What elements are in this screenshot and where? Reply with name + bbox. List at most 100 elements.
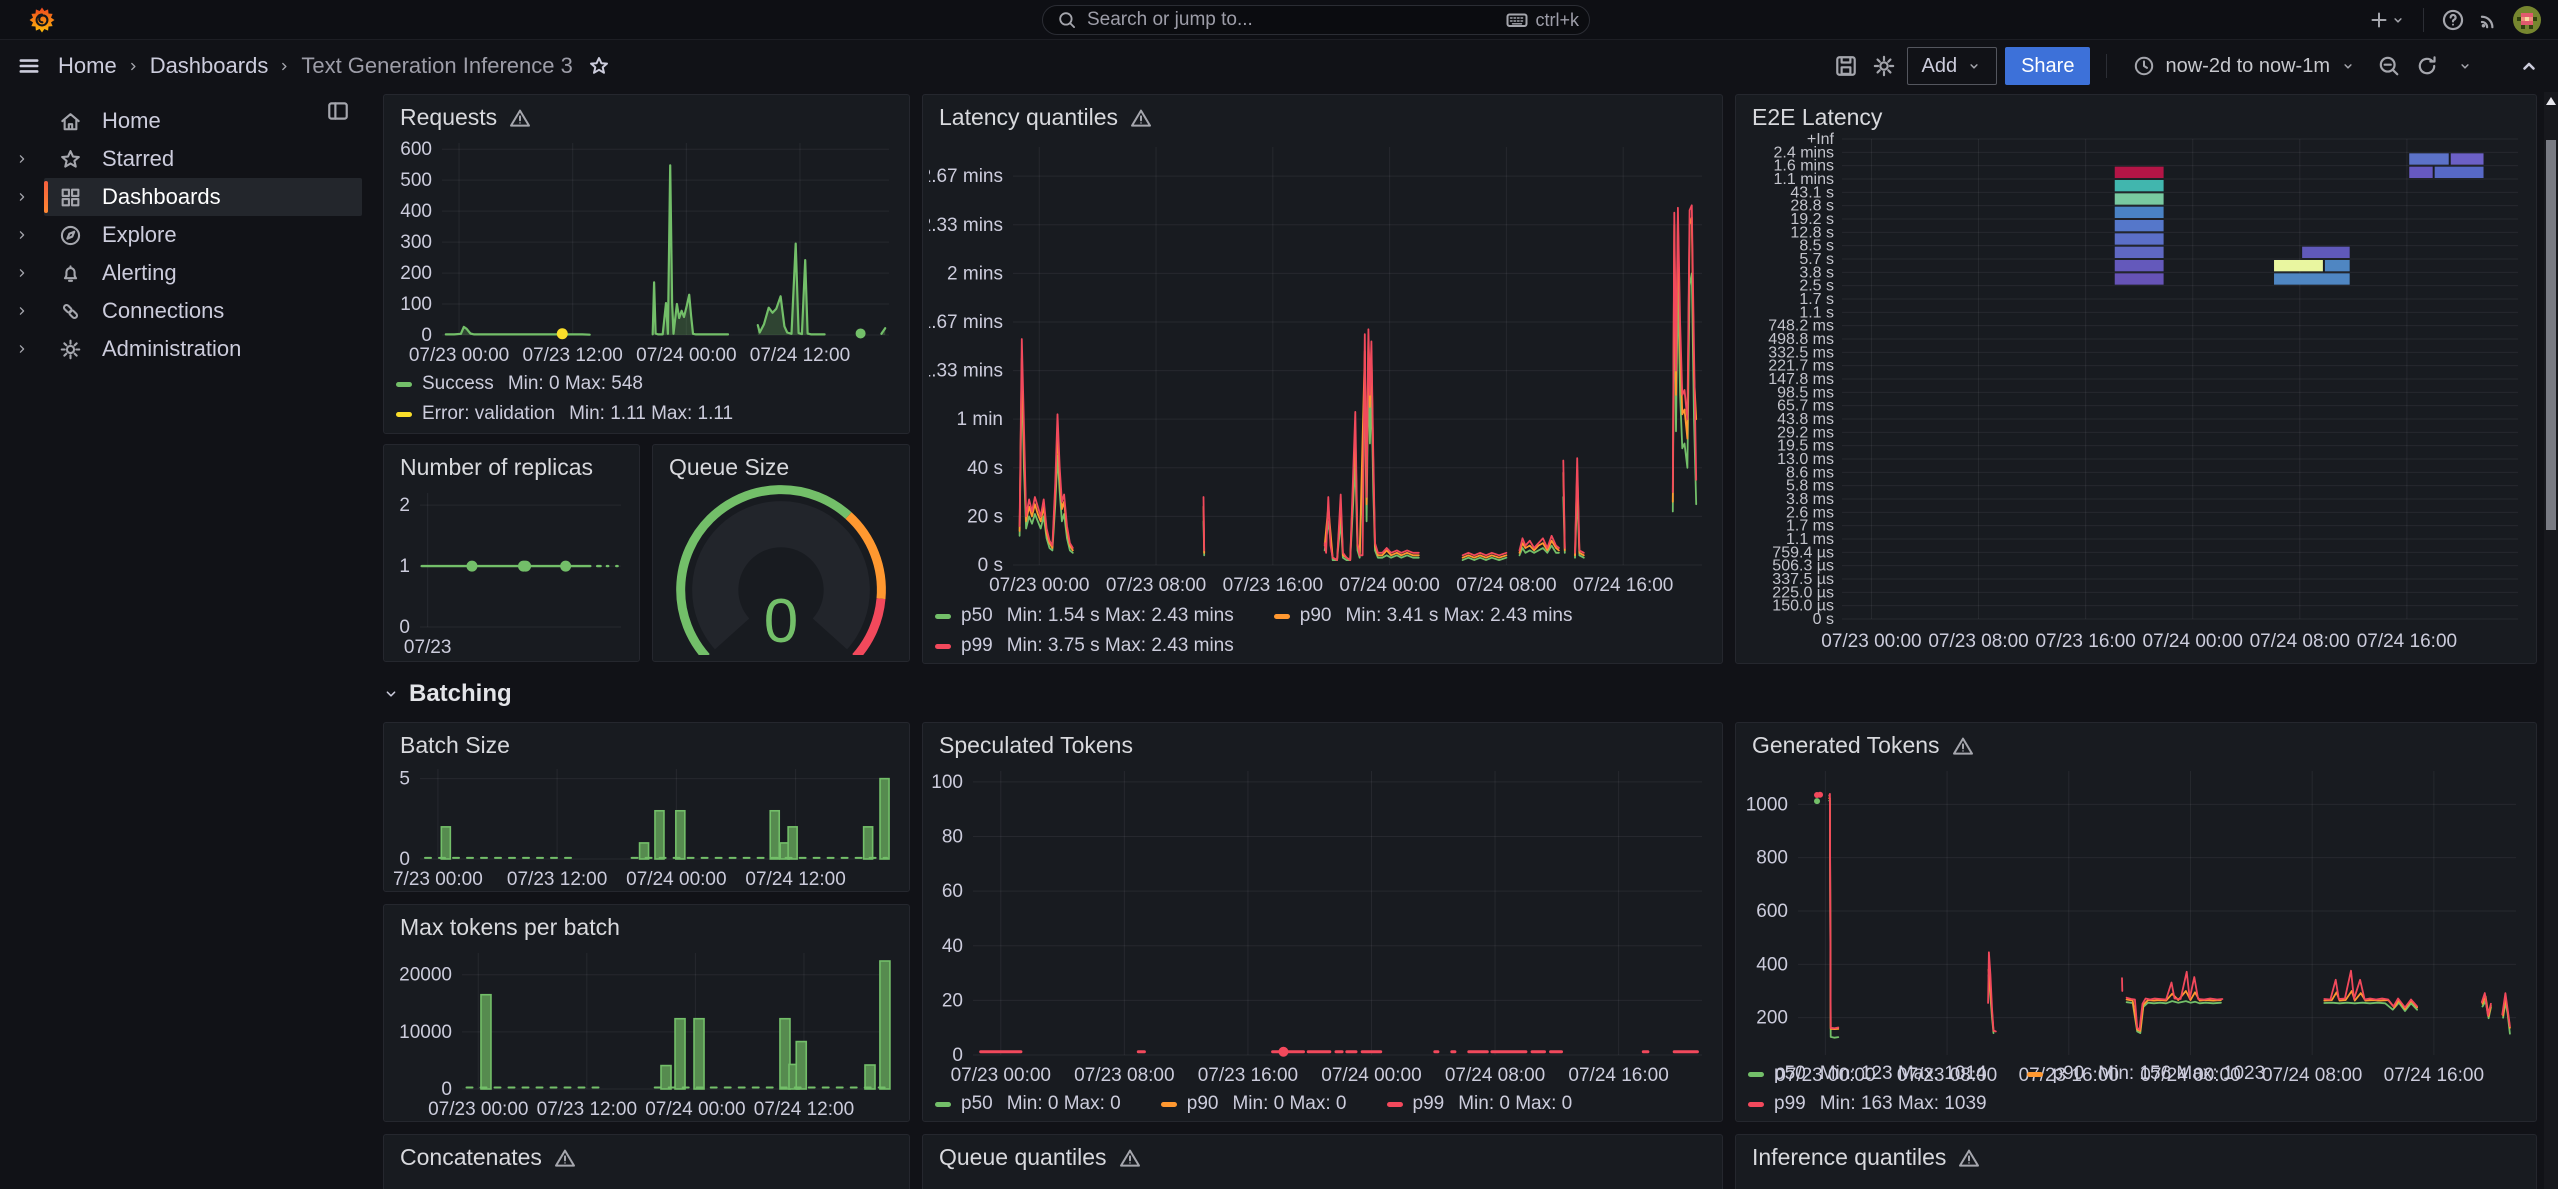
refresh-button[interactable] bbox=[2412, 49, 2442, 83]
news-button[interactable] bbox=[2474, 3, 2504, 37]
sidebar-item-home[interactable]: Home bbox=[0, 102, 368, 140]
scroll-up-icon[interactable] bbox=[2544, 94, 2558, 108]
scrollbar[interactable] bbox=[2544, 92, 2558, 1189]
connections-icon bbox=[48, 300, 92, 323]
warning-icon[interactable] bbox=[1958, 1147, 1980, 1169]
legend-item-p50[interactable]: p50 Min: 0 Max: 0 bbox=[935, 1093, 1121, 1115]
sidebar-item-connections[interactable]: Connections bbox=[0, 292, 368, 330]
dashboard-settings-button[interactable] bbox=[1869, 49, 1899, 83]
svg-text:07/23: 07/23 bbox=[404, 637, 452, 658]
svg-text:1 min: 1 min bbox=[957, 409, 1003, 430]
requests-chart[interactable]: 07/23 00:00 07/23 12:00 07/24 00:00 07/24 1… bbox=[390, 133, 903, 369]
svg-text:0: 0 bbox=[421, 325, 432, 346]
replicas-chart[interactable]: 07/23 0 1 2 bbox=[390, 483, 633, 659]
time-range-picker[interactable]: now-2d to now-1m bbox=[2123, 47, 2366, 85]
zoom-out-time-button[interactable] bbox=[2374, 49, 2404, 83]
refresh-icon bbox=[2418, 56, 2436, 75]
warning-icon[interactable] bbox=[1130, 107, 1152, 129]
panel-title-latency-quantiles[interactable]: Latency quantiles bbox=[923, 95, 1722, 131]
latency-quantiles-chart[interactable]: 07/23 00:00 07/23 08:00 07/23 16:00 07/24 0… bbox=[929, 133, 1716, 599]
search-input[interactable]: Search or jump to... ctrl+k bbox=[1042, 5, 1590, 35]
user-avatar[interactable] bbox=[2510, 3, 2544, 37]
speculated-tokens-chart[interactable]: 07/23 00:00 07/23 08:00 07/23 16:00 07/24 0… bbox=[929, 759, 1716, 1087]
svg-text:2: 2 bbox=[399, 495, 410, 516]
add-button[interactable]: Add bbox=[1906, 47, 1998, 85]
panel-title-batch-size[interactable]: Batch Size bbox=[384, 723, 909, 759]
svg-text:07/24 16:00: 07/24 16:00 bbox=[2357, 631, 2457, 652]
panel-title-max-tokens[interactable]: Max tokens per batch bbox=[384, 905, 909, 941]
warning-icon[interactable] bbox=[554, 1147, 576, 1169]
warning-icon[interactable] bbox=[1119, 1147, 1141, 1169]
section-batching[interactable]: Batching bbox=[383, 680, 512, 708]
legend-item-p99[interactable]: p99 Min: 163 Max: 1039 bbox=[1748, 1093, 1987, 1115]
warning-icon[interactable] bbox=[509, 107, 531, 129]
svg-text:0: 0 bbox=[399, 617, 410, 638]
generated-tokens-chart[interactable]: 07/23 00:00 07/23 08:00 07/23 16:00 07/24 0… bbox=[1742, 759, 2530, 1087]
generated-legend: p50 Min: 123 Max: 1014 p90 Min: 156 Max: 10… bbox=[1748, 1063, 2528, 1115]
svg-text:1.67 mins: 1.67 mins bbox=[929, 312, 1003, 333]
panel-title-e2e-latency[interactable]: E2E Latency bbox=[1736, 95, 2536, 131]
queue-size-gauge[interactable]: 0 bbox=[661, 479, 901, 655]
favorite-button[interactable] bbox=[584, 49, 614, 83]
svg-text:07/24 00:00: 07/24 00:00 bbox=[636, 345, 736, 366]
svg-text:20000: 20000 bbox=[399, 965, 452, 986]
legend-item-p90[interactable]: p90 Min: 3.41 s Max: 2.43 mins bbox=[1273, 605, 1573, 627]
share-button[interactable]: Share bbox=[2005, 47, 2091, 85]
svg-text:07/23 12:00: 07/23 12:00 bbox=[507, 869, 607, 890]
panel-title-speculated-tokens[interactable]: Speculated Tokens bbox=[923, 723, 1722, 759]
warning-icon[interactable] bbox=[1952, 735, 1974, 757]
svg-text:07/24 00:00: 07/24 00:00 bbox=[2143, 631, 2243, 652]
legend-item-p90[interactable]: p90 Min: 0 Max: 0 bbox=[1160, 1093, 1347, 1115]
save-dashboard-button[interactable] bbox=[1831, 49, 1861, 83]
speculated-legend: p50 Min: 0 Max: 0 p90 Min: 0 Max: 0 p99 Min: … bbox=[935, 1093, 1714, 1115]
grafana-logo[interactable] bbox=[28, 6, 56, 34]
refresh-interval-button[interactable] bbox=[2450, 49, 2480, 83]
legend-item-p50[interactable]: p50 Min: 1.54 s Max: 2.43 mins bbox=[935, 605, 1234, 627]
svg-text:20: 20 bbox=[942, 990, 963, 1011]
breadcrumb-home[interactable]: Home bbox=[58, 53, 117, 79]
legend-label: Error: validation bbox=[422, 403, 556, 424]
panel-title-queue-size[interactable]: Queue Size bbox=[653, 445, 909, 481]
svg-text:20 s: 20 s bbox=[967, 506, 1003, 527]
chevron-right-icon bbox=[19, 231, 25, 239]
svg-text:600: 600 bbox=[400, 139, 432, 160]
alerting-icon bbox=[48, 262, 92, 285]
panel-title-requests[interactable]: Requests bbox=[384, 95, 909, 131]
legend-item-p99[interactable]: p99 Min: 3.75 s Max: 2.43 mins bbox=[935, 635, 1234, 657]
batch-size-chart[interactable]: 7/23 00:00 07/23 12:00 07/24 00:00 07/24 12… bbox=[390, 759, 903, 891]
legend-item-p99[interactable]: p99 Min: 0 Max: 0 bbox=[1386, 1093, 1572, 1115]
max-tokens-chart[interactable]: 07/23 00:00 07/23 12:00 07/24 00:00 07/24 1… bbox=[390, 941, 903, 1121]
help-button[interactable] bbox=[2438, 3, 2468, 37]
legend-item-success[interactable]: Success Min: 0 Max: 548 bbox=[396, 373, 733, 395]
latency-legend: p50 Min: 1.54 s Max: 2.43 mins p90 Min: 3.4… bbox=[935, 605, 1714, 657]
panel-title-inference-quantiles[interactable]: Inference quantiles bbox=[1736, 1135, 2536, 1171]
legend-label: Success bbox=[422, 373, 494, 394]
e2e-latency-heatmap[interactable]: 0 s 150.0 µs 225.0 µs 337.5 µs 506.3 µs 759.4… bbox=[1742, 131, 2530, 659]
svg-text:0: 0 bbox=[952, 1045, 963, 1066]
legend-item-error-validation[interactable]: Error: validation Min: 1.11 Max: 1.11 bbox=[396, 403, 733, 425]
star-icon bbox=[48, 148, 92, 171]
panel-title-queue-quantiles[interactable]: Queue quantiles bbox=[923, 1135, 1722, 1171]
sidebar-item-explore[interactable]: Explore bbox=[0, 216, 368, 254]
legend-item-p50[interactable]: p50 Min: 123 Max: 1014 bbox=[1748, 1063, 1987, 1085]
panel-title-replicas[interactable]: Number of replicas bbox=[384, 445, 639, 481]
panel-title-generated-tokens[interactable]: Generated Tokens bbox=[1736, 723, 2536, 759]
collapse-toolbar-button[interactable] bbox=[2514, 49, 2544, 83]
svg-text:200: 200 bbox=[400, 263, 432, 284]
new-button[interactable] bbox=[2365, 3, 2409, 37]
breadcrumb-dashboards[interactable]: Dashboards bbox=[150, 53, 269, 79]
sidebar-item-dashboards[interactable]: Dashboards bbox=[0, 178, 368, 216]
legend-item-p90[interactable]: p90 Min: 156 Max: 1023 bbox=[2026, 1063, 2265, 1085]
panel-title-concatenates[interactable]: Concatenates bbox=[384, 1135, 909, 1171]
sidebar-item-alerting[interactable]: Alerting bbox=[0, 254, 368, 292]
svg-text:2.67 mins: 2.67 mins bbox=[929, 166, 1003, 187]
mega-menu-button[interactable] bbox=[14, 49, 44, 83]
legend-stats: Min: 0 Max: 548 bbox=[507, 373, 643, 394]
dock-sidebar-button[interactable] bbox=[326, 99, 350, 123]
panel-e2e-latency: E2E Latency 0 s 150.0 µs 225.0 µs 337.5 µs 5… bbox=[1735, 94, 2537, 664]
scrollbar-thumb[interactable] bbox=[2546, 140, 2556, 530]
sidebar-item-starred[interactable]: Starred bbox=[0, 140, 368, 178]
sidebar-item-administration[interactable]: Administration bbox=[0, 330, 368, 368]
svg-text:07/23 08:00: 07/23 08:00 bbox=[1928, 631, 2028, 652]
legend-label: p99 bbox=[1412, 1093, 1445, 1114]
